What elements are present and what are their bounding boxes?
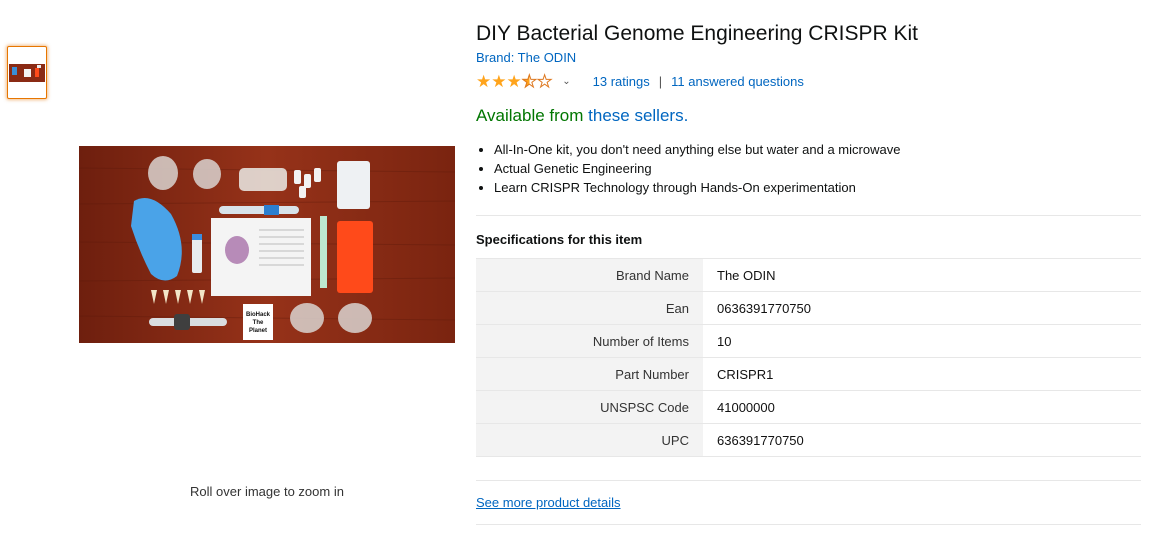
- spec-value: 636391770750: [717, 432, 804, 448]
- feature-bullet: All-In-One kit, you don't need anything …: [494, 140, 1141, 159]
- spec-key: Brand Name: [476, 258, 703, 292]
- table-row: Ean 0636391770750: [476, 291, 1141, 325]
- availability: Available from these sellers.: [476, 106, 1141, 126]
- rating-row: ★ ★ ★ ★ ★ ⌄ 13 ratings | 11 answered que…: [476, 71, 1141, 91]
- svg-text:BioHack: BioHack: [246, 312, 271, 318]
- feature-bullet: Actual Genetic Engineering: [494, 159, 1141, 178]
- main-product-image[interactable]: BioHack The Planet: [79, 146, 455, 343]
- spec-key: Ean: [476, 291, 703, 325]
- spec-value: 10: [717, 333, 732, 349]
- image-thumbnail[interactable]: [7, 46, 47, 99]
- svg-text:Planet: Planet: [249, 328, 267, 334]
- table-row: UNSPSC Code 41000000: [476, 390, 1141, 424]
- specifications-table: Brand Name The ODIN Ean 0636391770750 Nu…: [476, 258, 1141, 457]
- product-title: DIY Bacterial Genome Engineering CRISPR …: [476, 22, 918, 45]
- product-details: DIY Bacterial Genome Engineering CRISPR …: [476, 20, 1141, 525]
- answered-questions-link[interactable]: 11 answered questions: [671, 74, 804, 89]
- svg-text:The: The: [253, 320, 264, 326]
- ratings-count-link[interactable]: 13 ratings: [593, 74, 650, 89]
- spec-value: The ODIN: [717, 267, 776, 283]
- see-more-details-link[interactable]: See more product details: [476, 495, 621, 510]
- see-more-row: See more product details: [476, 495, 1141, 510]
- sellers-link[interactable]: these sellers.: [588, 106, 688, 125]
- zoom-hint: Roll over image to zoom in: [190, 484, 344, 499]
- availability-text: Available from: [476, 106, 589, 125]
- separator: |: [658, 73, 663, 89]
- spec-key: Number of Items: [476, 324, 703, 358]
- spec-key: UPC: [476, 423, 703, 457]
- star-full-icon: ★: [491, 71, 507, 91]
- chevron-down-icon[interactable]: ⌄: [562, 76, 570, 87]
- brand-link[interactable]: Brand: The ODIN: [476, 50, 576, 65]
- table-row: UPC 636391770750: [476, 423, 1141, 457]
- star-half-icon: ★: [521, 71, 537, 91]
- spec-value: 41000000: [717, 399, 775, 415]
- table-row: Part Number CRISPR1: [476, 357, 1141, 391]
- feature-bullet: Learn CRISPR Technology through Hands-On…: [494, 178, 1141, 197]
- spec-key: Part Number: [476, 357, 703, 391]
- star-full-icon: ★: [476, 71, 492, 91]
- divider: [476, 480, 1141, 481]
- star-full-icon: ★: [506, 71, 522, 91]
- star-rating[interactable]: ★ ★ ★ ★ ★: [476, 71, 553, 91]
- table-row: Number of Items 10: [476, 324, 1141, 358]
- spec-value: 0636391770750: [717, 300, 811, 316]
- specifications-heading: Specifications for this item: [476, 232, 643, 247]
- divider: [476, 524, 1141, 525]
- table-row: Brand Name The ODIN: [476, 258, 1141, 292]
- spec-key: UNSPSC Code: [476, 390, 703, 424]
- spec-value: CRISPR1: [717, 366, 774, 382]
- divider: [476, 215, 1141, 216]
- star-empty-icon: ★: [536, 71, 553, 91]
- feature-bullets: All-In-One kit, you don't need anything …: [476, 140, 1141, 197]
- thumbnail-image: [9, 63, 45, 82]
